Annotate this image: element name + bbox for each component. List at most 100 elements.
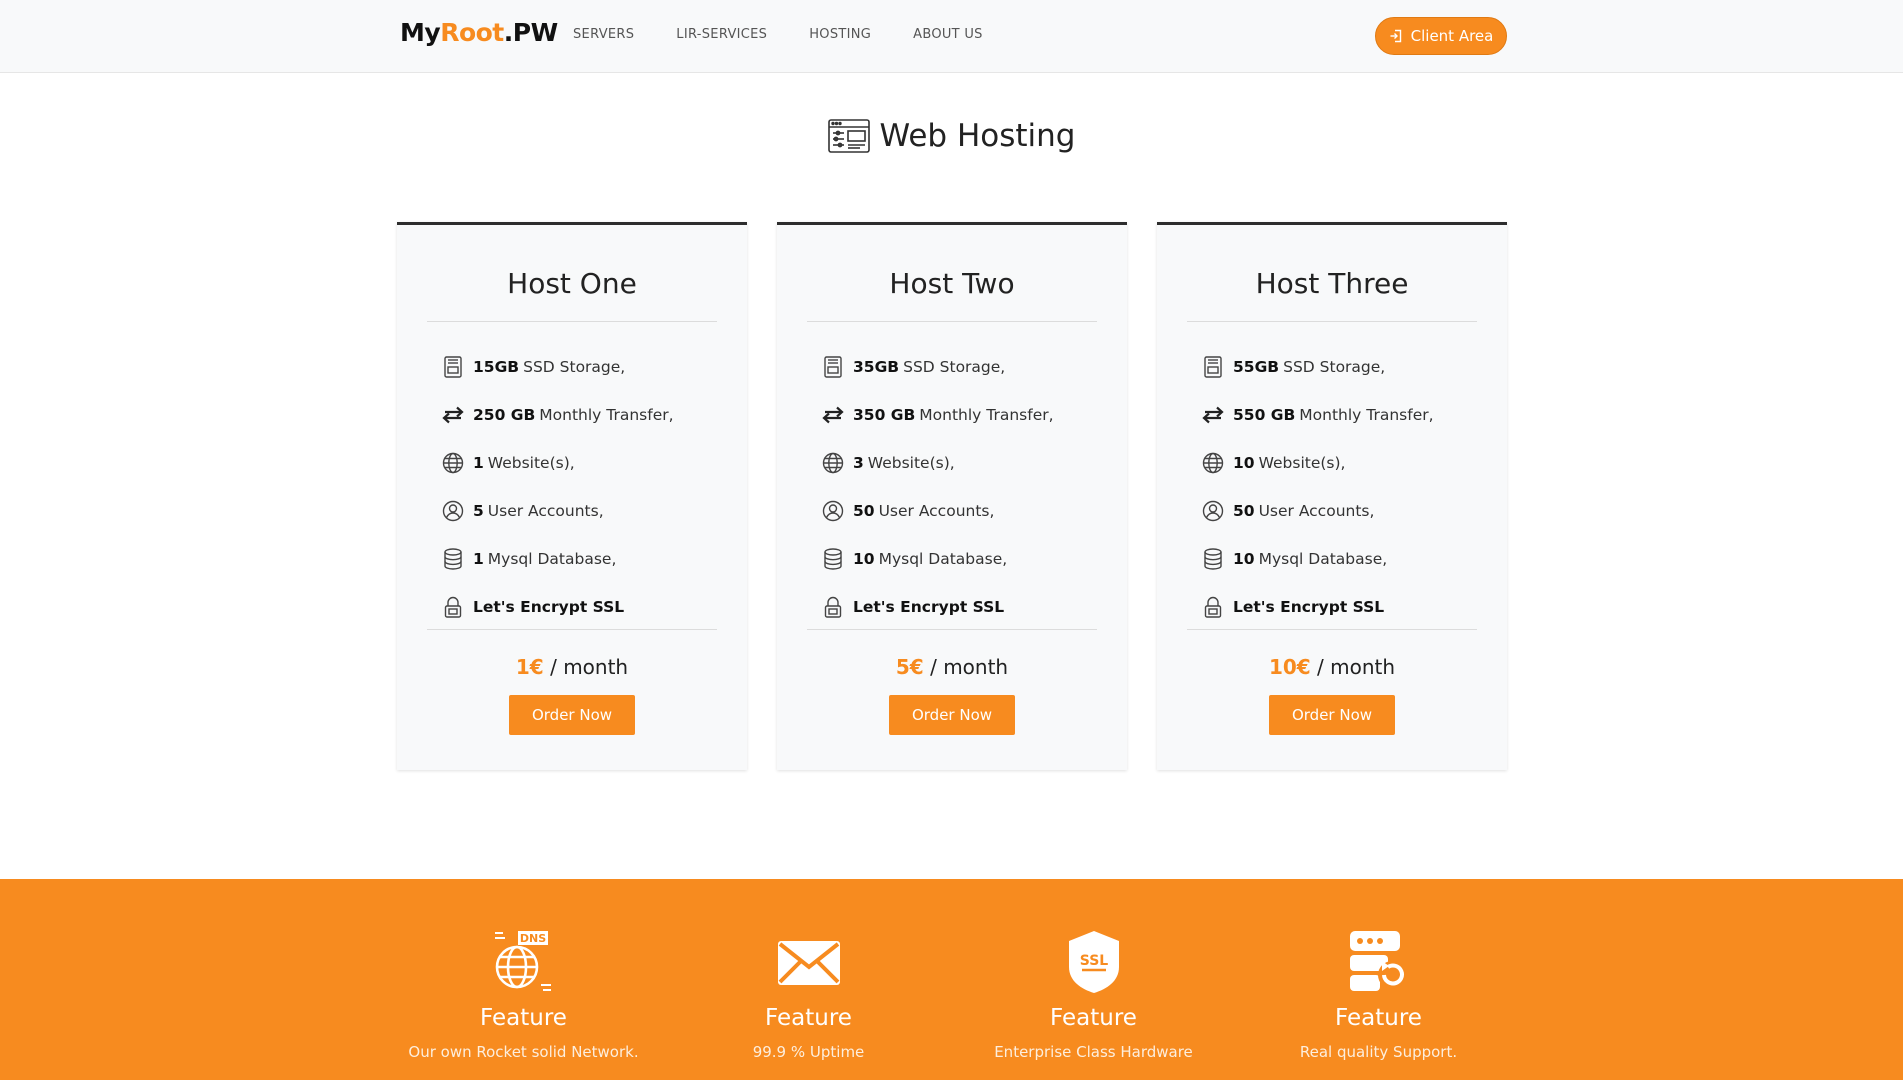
feature-value: 55GB bbox=[1233, 358, 1280, 376]
ssl-shield-icon: SSL bbox=[1068, 931, 1119, 993]
nav-hosting[interactable]: HOSTING bbox=[809, 27, 871, 42]
globe-icon bbox=[821, 451, 845, 475]
site-logo[interactable]: MyRoot.PW bbox=[400, 18, 558, 47]
feature-value: 50 bbox=[1233, 502, 1255, 520]
feature-label: Website(s), bbox=[867, 454, 955, 472]
feature-label: Mysql Database, bbox=[487, 550, 617, 568]
plan-feature-item: 3 Website(s), bbox=[821, 439, 1054, 487]
price-amount: 5€ bbox=[895, 655, 924, 679]
feature-label: SSD Storage, bbox=[1283, 358, 1386, 376]
feature-value: 1 bbox=[473, 550, 484, 568]
feature-value: 15GB bbox=[473, 358, 520, 376]
plan-feature-item: 550 GB Monthly Transfer, bbox=[1201, 391, 1434, 439]
logo-part-root: Root bbox=[440, 18, 504, 47]
top-navbar: MyRoot.PW SERVERS LIR-SERVICES HOSTING A… bbox=[0, 0, 1903, 73]
plan-feature-item: Let's Encrypt SSL bbox=[821, 583, 1054, 631]
plan-price: 1€ / month bbox=[397, 655, 747, 679]
feature-label: Monthly Transfer, bbox=[1299, 406, 1434, 424]
nav-about-us[interactable]: ABOUT US bbox=[913, 27, 983, 42]
feature-description: Real quality Support. bbox=[1299, 1043, 1458, 1061]
plan-feature-item: 50 User Accounts, bbox=[821, 487, 1054, 535]
database-icon bbox=[441, 547, 465, 571]
plan-title: Host One bbox=[507, 267, 637, 300]
divider bbox=[807, 321, 1097, 322]
order-now-button[interactable]: Order Now bbox=[509, 695, 635, 735]
order-now-button[interactable]: Order Now bbox=[1269, 695, 1395, 735]
nav-lir-services[interactable]: LIR-SERVICES bbox=[676, 27, 767, 42]
plan-feature-item: 1 Mysql Database, bbox=[441, 535, 674, 583]
feature-label: Website(s), bbox=[487, 454, 575, 472]
plan-feature-item: 15GB SSD Storage, bbox=[441, 343, 674, 391]
plan-price: 10€ / month bbox=[1157, 655, 1507, 679]
feature-label: User Accounts, bbox=[1258, 502, 1375, 520]
feature-title: Feature bbox=[765, 1005, 852, 1031]
plan-card-host-three: Host Three 55GB SSD Storage, 550 GB Monthly … bbox=[1157, 222, 1507, 770]
globe-icon bbox=[441, 451, 465, 475]
feature-value: 10 bbox=[853, 550, 875, 568]
price-amount: 1€ bbox=[515, 655, 544, 679]
user-icon bbox=[1201, 499, 1225, 523]
transfer-icon bbox=[821, 403, 845, 427]
plan-feature-item: 1 Website(s), bbox=[441, 439, 674, 487]
feature-label: Monthly Transfer, bbox=[919, 406, 1054, 424]
feature-description: Enterprise Class Hardware bbox=[994, 1043, 1193, 1061]
price-period: / month bbox=[550, 655, 629, 679]
plan-feature-item: Let's Encrypt SSL bbox=[1201, 583, 1434, 631]
plan-feature-list: 15GB SSD Storage, 250 GB Monthly Transfer, 1… bbox=[441, 343, 674, 631]
feature-title: Feature bbox=[480, 1005, 567, 1031]
feature-label: SSD Storage, bbox=[903, 358, 1006, 376]
feature-title: Feature bbox=[1050, 1005, 1137, 1031]
lock-icon bbox=[1201, 595, 1225, 619]
feature-value: 10 bbox=[1233, 550, 1255, 568]
user-icon bbox=[441, 499, 465, 523]
plan-feature-item: 250 GB Monthly Transfer, bbox=[441, 391, 674, 439]
divider bbox=[1187, 629, 1477, 630]
database-icon bbox=[1201, 547, 1225, 571]
feature-label: User Accounts, bbox=[878, 502, 995, 520]
feature-label: Mysql Database, bbox=[1258, 550, 1388, 568]
lock-icon bbox=[821, 595, 845, 619]
plan-feature-item: 10 Website(s), bbox=[1201, 439, 1434, 487]
plan-feature-item: 55GB SSD Storage, bbox=[1201, 343, 1434, 391]
plan-feature-item: 10 Mysql Database, bbox=[1201, 535, 1434, 583]
ssd-icon bbox=[441, 355, 465, 379]
client-area-button[interactable]: Client Area bbox=[1375, 17, 1507, 55]
plan-feature-item: 350 GB Monthly Transfer, bbox=[821, 391, 1054, 439]
feature-value: Let's Encrypt SSL bbox=[1233, 598, 1385, 616]
divider bbox=[427, 321, 717, 322]
feature-description: 99.9 % Uptime bbox=[752, 1043, 865, 1061]
lock-icon bbox=[441, 595, 465, 619]
ssd-icon bbox=[1201, 355, 1225, 379]
nav-servers[interactable]: SERVERS bbox=[573, 27, 634, 42]
feature-value: 50 bbox=[853, 502, 875, 520]
plan-price: 5€ / month bbox=[777, 655, 1127, 679]
plan-card-host-two: Host Two 35GB SSD Storage, 350 GB Monthly Tr… bbox=[777, 222, 1127, 770]
page-title: Web Hosting bbox=[0, 118, 1903, 154]
price-amount: 10€ bbox=[1268, 655, 1311, 679]
client-area-label: Client Area bbox=[1410, 27, 1494, 45]
feature-label: Monthly Transfer, bbox=[539, 406, 674, 424]
svg-text:DNS: DNS bbox=[519, 932, 545, 945]
feature-value: 1 bbox=[473, 454, 484, 472]
user-icon bbox=[821, 499, 845, 523]
plan-feature-item: 35GB SSD Storage, bbox=[821, 343, 1054, 391]
transfer-icon bbox=[1201, 403, 1225, 427]
price-period: / month bbox=[1317, 655, 1396, 679]
database-icon bbox=[821, 547, 845, 571]
web-hosting-icon bbox=[827, 119, 870, 153]
divider bbox=[1187, 321, 1477, 322]
feature-value: 3 bbox=[853, 454, 864, 472]
feature-value: 5 bbox=[473, 502, 484, 520]
logo-part-pw: .PW bbox=[503, 18, 558, 47]
divider bbox=[807, 629, 1097, 630]
order-now-button[interactable]: Order Now bbox=[889, 695, 1015, 735]
feature-value: 350 GB bbox=[853, 406, 916, 424]
feature-value: 250 GB bbox=[473, 406, 536, 424]
ssd-icon bbox=[821, 355, 845, 379]
feature-title: Feature bbox=[1335, 1005, 1422, 1031]
sign-in-icon bbox=[1390, 29, 1401, 43]
plan-feature-list: 35GB SSD Storage, 350 GB Monthly Transfer, 3… bbox=[821, 343, 1054, 631]
globe-icon bbox=[1201, 451, 1225, 475]
svg-text:SSL: SSL bbox=[1079, 953, 1108, 969]
feature-label: Mysql Database, bbox=[878, 550, 1008, 568]
